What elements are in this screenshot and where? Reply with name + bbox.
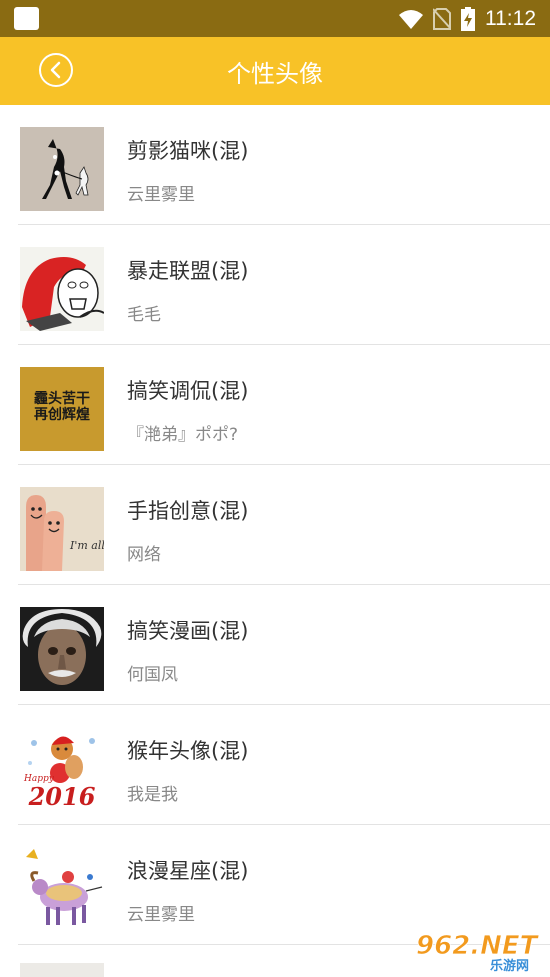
item-title: 浪漫星座(混) (127, 859, 249, 883)
clock: 11:12 (485, 7, 536, 30)
svg-text:962.NET: 962.NET (416, 931, 540, 961)
item-title: 搞笑调侃(混) (127, 379, 249, 403)
site-watermark: 962.NET 乐游网 (412, 928, 544, 974)
item-author: 『滟弟』ポポ? (127, 425, 239, 445)
thumbnail-monkey-year: Happy 2016 (20, 727, 104, 811)
avatar-category-list: 剪影猫咪(混) 云里雾里 暴走联盟(混) 毛毛 霾头苦干 再创辉煌 搞笑调侃(混… (0, 105, 550, 945)
item-author: 云里雾里 (127, 185, 195, 205)
list-item[interactable]: 剪影猫咪(混) 云里雾里 (0, 105, 550, 225)
thumbnail-zodiac-goat (20, 847, 104, 931)
thumbnail-einstein-caricature (20, 607, 104, 691)
item-title: 搞笑漫画(混) (127, 619, 249, 643)
thumbnail-text-joke: 霾头苦干 再创辉煌 (20, 367, 104, 451)
notification-app-icon (14, 7, 39, 30)
list-item[interactable]: Happy 2016 猴年头像(混) 我是我 (0, 705, 550, 825)
battery-charging-icon (461, 7, 475, 31)
item-title: 剪影猫咪(混) (127, 139, 249, 163)
svg-text:乐游网: 乐游网 (490, 958, 529, 972)
item-author: 我是我 (127, 785, 178, 805)
svg-text:霾头苦干: 霾头苦干 (34, 390, 90, 407)
list-item[interactable]: 霾头苦干 再创辉煌 搞笑调侃(混) 『滟弟』ポポ? (0, 345, 550, 465)
item-author: 毛毛 (127, 305, 161, 325)
thumbnail-rage-comic (20, 247, 104, 331)
item-title: 暴走联盟(混) (127, 259, 249, 283)
list-item[interactable]: 暴走联盟(混) 毛毛 (0, 225, 550, 345)
item-title: 手指创意(混) (127, 499, 249, 523)
svg-text:I'm all y: I'm all y (69, 539, 104, 552)
list-item[interactable]: 搞笑漫画(混) 何国凤 (0, 585, 550, 705)
item-author: 何国凤 (127, 665, 178, 685)
app-bar: 个性头像 (0, 37, 550, 105)
status-bar: 11:12 (0, 0, 550, 37)
svg-text:2016: 2016 (28, 782, 96, 811)
partial-thumbnail (20, 963, 104, 977)
item-title: 猴年头像(混) (127, 739, 249, 763)
item-author: 网络 (127, 545, 161, 565)
item-author: 云里雾里 (127, 905, 195, 925)
list-item[interactable]: I'm all y 手指创意(混) 网络 (0, 465, 550, 585)
svg-text:再创辉煌: 再创辉煌 (34, 406, 90, 423)
status-icons: 11:12 (399, 6, 536, 32)
wifi-icon (399, 10, 423, 29)
thumbnail-finger-faces: I'm all y (20, 487, 104, 571)
list-item[interactable]: 浪漫星座(混) 云里雾里 (0, 825, 550, 945)
thumbnail-silhouette-cat (20, 127, 104, 211)
page-title: 个性头像 (227, 60, 323, 88)
no-sim-icon (433, 8, 451, 30)
